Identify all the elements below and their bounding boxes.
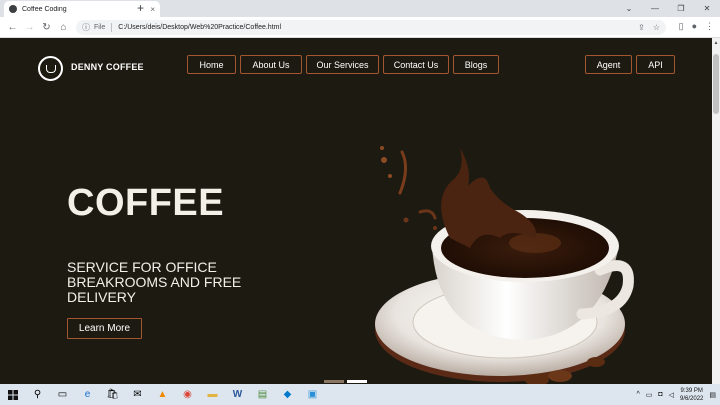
vlc-icon[interactable]: ▲ (150, 384, 175, 405)
close-window-button[interactable]: ✕ (694, 0, 720, 17)
system-tray: ^ ▭ ◘ ◁ 9:39 PM 9/6/2022 ▤ (636, 384, 716, 405)
chrome-icon[interactable]: ◉ (175, 384, 200, 405)
notification-icon[interactable]: ▤ (709, 391, 716, 399)
nav-home[interactable]: Home (187, 55, 236, 74)
browser-tab-bar: Coffee Coding × + ⌄ — ❐ ✕ (0, 0, 720, 17)
browser-toolbar: ← → ↻ ⌂ ⓘ File C:/Users/deis/Desktop/Web… (0, 17, 720, 38)
nav-our-services[interactable]: Our Services (306, 55, 379, 74)
coffee-logo-icon[interactable] (38, 56, 63, 81)
menu-icon[interactable]: ⋮ (705, 21, 714, 32)
nav-blogs[interactable]: Blogs (453, 55, 499, 74)
slider-dot-1[interactable] (324, 380, 344, 383)
scrollbar-thumb[interactable] (713, 54, 719, 114)
window-controls: ⌄ — ❐ ✕ (616, 0, 720, 17)
nav-contact-us[interactable]: Contact Us (383, 55, 449, 74)
task-view-icon[interactable]: ▭ (50, 384, 75, 405)
slider-indicators (324, 380, 367, 383)
bookmark-star-icon[interactable]: ☆ (653, 23, 660, 32)
maximize-button[interactable]: ❐ (668, 0, 694, 17)
reload-icon[interactable]: ↻ (38, 22, 55, 33)
brand-name[interactable]: DENNY COFFEE (71, 62, 144, 72)
nav-agent[interactable]: Agent (585, 55, 632, 74)
main-nav: Home About Us Our Services Contact Us Bl… (187, 55, 499, 74)
globe-icon (9, 5, 17, 13)
url-text[interactable]: C:/Users/deis/Desktop/Web%20Practice/Cof… (118, 24, 630, 31)
camera-icon[interactable]: ◘ (658, 391, 662, 398)
slider-dot-2[interactable] (347, 380, 367, 383)
edge-icon[interactable]: e (75, 384, 100, 405)
store-icon[interactable]: 🛍 (100, 384, 125, 405)
share-icon[interactable]: ⇪ (638, 23, 645, 32)
forward-arrow-icon[interactable]: → (21, 22, 38, 33)
taskbar: ⚲ ▭ e 🛍 ✉ ▲ ◉ ▬ W ▤ ◆ ▣ ^ ▭ ◘ ◁ 9:39 PM … (0, 384, 720, 405)
word-icon[interactable]: W (225, 384, 250, 405)
profile-icon[interactable]: ● (692, 21, 697, 32)
address-separator (111, 23, 113, 32)
nav-about-us[interactable]: About Us (240, 55, 302, 74)
notepad-plus-icon[interactable]: ▤ (250, 384, 275, 405)
scroll-up-icon[interactable]: ▲ (712, 40, 720, 46)
windows-start-icon[interactable] (0, 384, 25, 405)
learn-more-button[interactable]: Learn More (67, 318, 142, 339)
coffee-cup-illustration (375, 146, 634, 384)
minimize-button[interactable]: — (642, 0, 668, 17)
address-bar[interactable]: ⓘ File C:/Users/deis/Desktop/Web%20Pract… (76, 20, 666, 35)
url-scheme-label: File (94, 24, 106, 31)
chevron-up-icon[interactable]: ^ (636, 391, 639, 398)
mail-icon[interactable]: ✉ (125, 384, 150, 405)
tab-title: Coffee Coding (22, 5, 67, 13)
search-icon[interactable]: ⚲ (25, 384, 50, 405)
clock-time: 9:39 PM (680, 387, 703, 394)
volume-icon[interactable]: ◁ (669, 391, 674, 399)
page-scrollbar[interactable]: ▲ (712, 38, 720, 384)
toolbar-right: ▯ ● ⋮ (679, 21, 714, 32)
vscode-icon[interactable]: ◆ (275, 384, 300, 405)
back-arrow-icon[interactable]: ← (4, 22, 21, 33)
clock[interactable]: 9:39 PM 9/6/2022 (680, 387, 703, 403)
hero-subtitle: SERVICE FOR OFFICE BREAKROOMS AND FREE D… (67, 259, 242, 305)
photos-icon[interactable]: ▣ (300, 384, 325, 405)
new-tab-button[interactable]: + (137, 1, 144, 16)
secondary-nav: Agent API (585, 55, 675, 74)
file-explorer-icon[interactable]: ▬ (200, 384, 225, 405)
home-icon[interactable]: ⌂ (55, 22, 72, 33)
tab-search-icon[interactable]: ⌄ (616, 0, 642, 17)
side-panel-icon[interactable]: ▯ (679, 21, 684, 32)
info-icon[interactable]: ⓘ (82, 22, 90, 33)
hero-title: COFFEE (67, 182, 225, 224)
battery-icon[interactable]: ▭ (646, 391, 653, 399)
close-tab-icon[interactable]: × (150, 5, 155, 14)
clock-date: 9/6/2022 (680, 395, 704, 402)
nav-api[interactable]: API (636, 55, 675, 74)
web-page: DENNY COFFEE Home About Us Our Services … (0, 38, 712, 384)
